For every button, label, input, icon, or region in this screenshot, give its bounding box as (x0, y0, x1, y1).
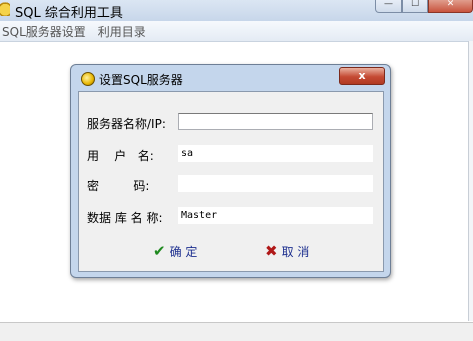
main-titlebar: SQL 综合利用工具 — ☐ ✕ (0, 0, 473, 21)
menu-item-sql-settings[interactable]: SQL服务器设置 (0, 23, 91, 40)
dialog-title: 设置SQL服务器 (99, 73, 183, 87)
cancel-button[interactable]: ✖ 取 消 (265, 241, 309, 261)
database-input[interactable]: Master (178, 207, 373, 224)
password-label: 密 码: (87, 179, 150, 193)
password-input[interactable] (178, 175, 373, 192)
dialog-body: 服务器名称/IP: 用 户 名: sa 密 码: 数据 库 名 称: Maste… (78, 91, 384, 272)
ok-button[interactable]: ✔ 确 定 (153, 241, 197, 261)
checkmark-icon: ✔ (153, 242, 166, 260)
close-button[interactable]: ✕ (428, 0, 473, 13)
server-ip-input[interactable] (178, 113, 373, 130)
sql-server-dialog: 设置SQL服务器 x 服务器名称/IP: 用 户 名: sa 密 码: 数据 库… (70, 64, 391, 278)
database-row: 数据 库 名 称: Master (79, 207, 383, 225)
dialog-titlebar: 设置SQL服务器 x (71, 65, 390, 91)
window-controls: — ☐ ✕ (375, 0, 473, 13)
server-row: 服务器名称/IP: (79, 113, 383, 131)
username-input[interactable]: sa (178, 145, 373, 162)
smiley-icon (81, 72, 95, 86)
database-label: 数据 库 名 称: (87, 211, 163, 225)
password-row: 密 码: (79, 175, 383, 193)
app-icon (0, 2, 10, 16)
server-label: 服务器名称/IP: (87, 117, 166, 131)
cross-icon: ✖ (265, 242, 278, 260)
maximize-button[interactable]: ☐ (402, 0, 428, 13)
window-title: SQL 综合利用工具 (15, 6, 123, 21)
ok-label: 确 定 (169, 244, 198, 259)
dialog-close-button[interactable]: x (339, 67, 385, 85)
menu-bar: SQL服务器设置 利用目录 (0, 21, 473, 42)
minimize-button[interactable]: — (375, 0, 402, 13)
status-bar (0, 322, 473, 341)
username-label: 用 户 名: (87, 149, 154, 163)
username-row: 用 户 名: sa (79, 145, 383, 163)
menu-item-exploit-dir[interactable]: 利用目录 (96, 23, 151, 40)
window-right-edge (468, 41, 473, 321)
cancel-label: 取 消 (281, 244, 310, 259)
